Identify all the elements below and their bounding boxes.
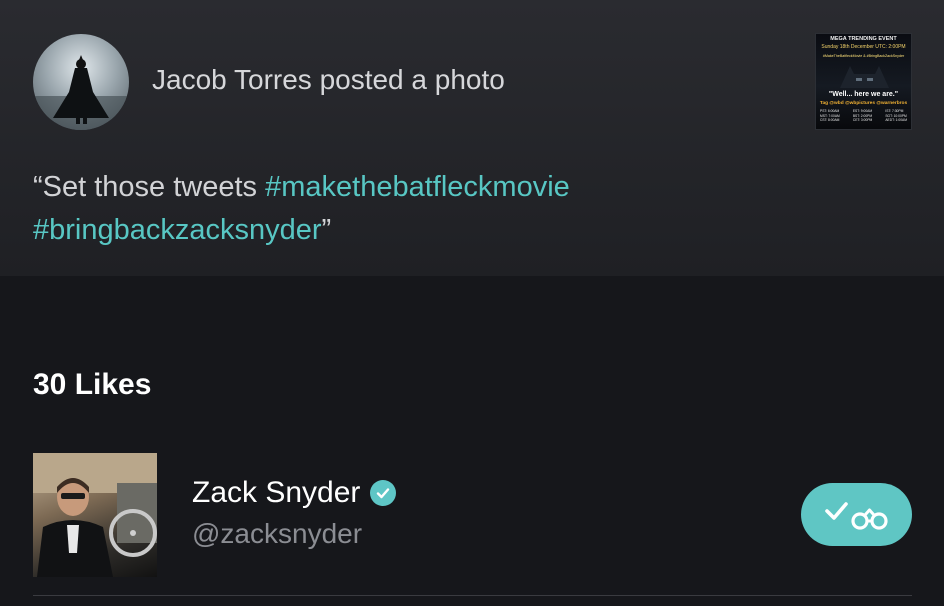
time-entry: AEDT: 1:00AM [885,118,907,123]
post-card: Jacob Torres posted a photo MEGA TRENDIN… [0,0,944,276]
user-photo [33,453,157,577]
caption-text: ” [321,214,332,246]
batman-cowl-icon [840,66,889,88]
time-entry: EST: 9:00AM [852,109,873,113]
thumbnail-date: Sunday 18th December UTC: 2:00PM [821,44,906,50]
caption-text: “Set those tweets [33,171,266,203]
time-entry: CST: 8:00AM [820,118,840,123]
user-handle: @zacksnyder [192,518,363,549]
times-col-3: IST: 7:30PM SGT: 10:00PM AEDT: 1:00AM [885,109,907,123]
times-col-2: EST: 9:00AM BST: 2:00PM CET: 3:00PM [853,109,872,123]
check-binoculars-icon [824,501,888,530]
user-name[interactable]: Zack Snyder [192,476,397,510]
thumbnail-tags: #MakeTheBatfleckMovie & #BringBackZackSn… [822,54,905,58]
times-col-1: PST: 6:00AM MST: 7:00AM CST: 8:00AM [820,109,840,123]
hashtag-link[interactable]: #bringbackzacksnyder [33,214,322,246]
post-caption: “Set those tweets #makethebatfleckmovie … [33,166,893,252]
user-avatar[interactable] [33,453,157,577]
likes-heading: 30 Likes [33,368,152,401]
verified-check-icon [370,480,397,506]
thumbnail-title: MEGA TRENDING EVENT [830,36,897,42]
hashtag-link[interactable]: #makethebatfleckmovie [265,171,570,203]
row-divider [33,595,912,596]
thumbnail-tagline: Tag @wbd @wbpictures @warnerbros [819,101,908,106]
post-photo-thumbnail[interactable]: MEGA TRENDING EVENT Sunday 18th December… [815,33,912,130]
time-entry: PST: 6:00AM [820,109,840,113]
liker-row[interactable]: Zack Snyder @zacksnyder [0,440,944,606]
author-avatar[interactable] [33,34,129,130]
time-entry: CET: 3:00PM [852,118,873,123]
author-line: Jacob Torres posted a photo [152,64,505,95]
user-name-text: Zack Snyder [192,476,361,509]
thumbnail-quote: "Well... here we are." [828,91,899,98]
thumbnail-times: PST: 6:00AM MST: 7:00AM CST: 8:00AM EST:… [820,109,907,123]
batman-silhouette-icon [33,55,129,130]
following-button[interactable] [801,483,912,546]
